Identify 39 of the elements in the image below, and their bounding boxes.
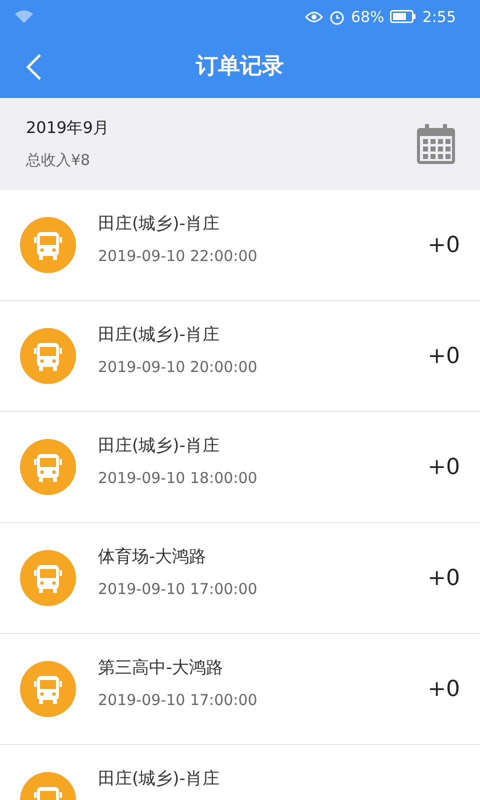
order-amount: +0 <box>428 454 460 480</box>
wifi-icon <box>14 9 34 24</box>
route-name: 体育场-大鸿路 <box>98 546 208 568</box>
calendar-icon <box>416 123 456 165</box>
calendar-button[interactable] <box>416 123 456 165</box>
back-icon <box>26 53 42 81</box>
bus-icon <box>20 439 76 495</box>
bus-icon <box>20 328 76 384</box>
battery-percent: 68% <box>350 8 384 26</box>
order-amount: +0 <box>428 566 460 590</box>
order-time: 2019-09-10 20:00:00 <box>98 358 258 376</box>
route-name: 田庄(城乡)-肖庄 <box>98 768 220 790</box>
order-time: 2019-09-10 17:00:00 <box>98 580 258 598</box>
income-total: 总收入¥8 <box>26 151 92 170</box>
route-name: 田庄(城乡)-肖庄 <box>98 213 220 235</box>
battery-icon <box>390 10 416 23</box>
alarm-icon <box>328 8 345 24</box>
order-row[interactable]: 田庄(城乡)-肖庄 2019-09-10 20:00:00 +0 <box>0 301 480 412</box>
bus-icon <box>20 550 76 606</box>
bus-icon <box>20 217 76 273</box>
route-name: 第三高中-大鸿路 <box>98 657 224 679</box>
clock-time: 2:55 <box>422 8 456 26</box>
order-row[interactable]: 田庄(城乡)-肖庄 <box>0 745 480 800</box>
route-name: 田庄(城乡)-肖庄 <box>98 324 220 346</box>
route-name: 田庄(城乡)-肖庄 <box>98 435 220 457</box>
order-amount: +0 <box>428 344 460 368</box>
order-row[interactable]: 田庄(城乡)-肖庄 2019-09-10 18:00:00 +0 <box>0 412 480 523</box>
order-time: 2019-09-10 18:00:00 <box>98 469 258 487</box>
order-time: 2019-09-10 17:00:00 <box>98 691 258 709</box>
order-time: 2019-09-10 22:00:00 <box>98 247 258 265</box>
order-amount: +0 <box>428 676 460 702</box>
bus-icon <box>20 661 76 717</box>
order-row[interactable]: 体育场-大鸿路 2019-09-10 17:00:00 +0 <box>0 523 480 634</box>
order-amount: +0 <box>428 232 460 258</box>
order-row[interactable]: 第三高中-大鸿路 2019-09-10 17:00:00 +0 <box>0 634 480 745</box>
page-title: 订单记录 <box>196 52 284 80</box>
month-label: 2019年9月 <box>26 118 110 139</box>
eye-icon <box>304 10 323 22</box>
order-row[interactable]: 田庄(城乡)-肖庄 2019-09-10 22:00:00 +0 <box>0 190 480 301</box>
